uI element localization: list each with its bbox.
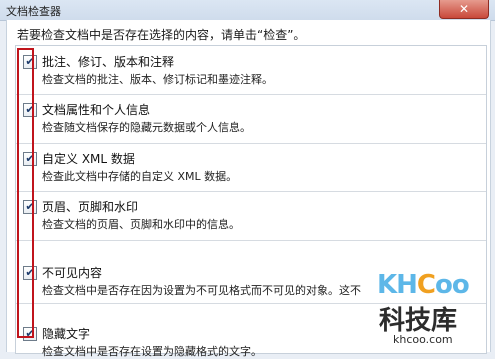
item-title: 自定义 XML 数据: [42, 152, 135, 166]
item-description: 检查随文档保存的隐藏元数据或个人信息。: [42, 121, 251, 134]
watermark-logo: KHCoo 科技库 khcoo.com: [377, 270, 487, 348]
item-title: 文档属性和个人信息: [42, 103, 151, 117]
item-title: 不可见内容: [42, 266, 103, 280]
watermark-cn-text: 科技库: [379, 306, 458, 336]
window-title: 文档检查器: [6, 5, 61, 18]
item-description: 检查文档中是否存在因为设置为不可见格式而不可见的对象。这不: [42, 284, 361, 297]
item-description: 检查文档的批注、版本、修订标记和墨迹注释。: [42, 73, 273, 86]
item-description: 检查此文档中存储的自定义 XML 数据。: [42, 170, 238, 183]
highlight-annotation-box: [17, 48, 34, 338]
instruction-text: 若要检查文档中是否存在选择的内容，请单击“检查”。: [17, 28, 306, 42]
title-bar: 文档检查器 ✕: [0, 0, 495, 21]
item-title: 批注、修订、版本和注释: [42, 55, 175, 69]
list-item: ✔ 批注、修订、版本和注释 检查文档的批注、版本、修订标记和墨迹注释。: [16, 46, 486, 95]
item-description: 检查文档中是否存在设置为隐藏格式的文字。: [42, 345, 262, 358]
close-icon: ✕: [458, 2, 470, 16]
item-title: 页眉、页脚和水印: [42, 200, 139, 214]
list-item: ✔ 自定义 XML 数据 检查此文档中存储的自定义 XML 数据。: [16, 143, 486, 192]
watermark-url: khcoo.com: [393, 333, 453, 346]
list-item: ✔ 文档属性和个人信息 检查随文档保存的隐藏元数据或个人信息。: [16, 94, 486, 144]
list-item: ✔ 页眉、页脚和水印 检查文档的页眉、页脚和水印中的信息。: [16, 191, 486, 241]
close-button[interactable]: ✕: [439, 0, 489, 19]
item-title: 隐藏文字: [42, 327, 91, 341]
watermark-brand: KHCoo: [377, 270, 470, 300]
item-description: 检查文档的页眉、页脚和水印中的信息。: [42, 218, 240, 231]
